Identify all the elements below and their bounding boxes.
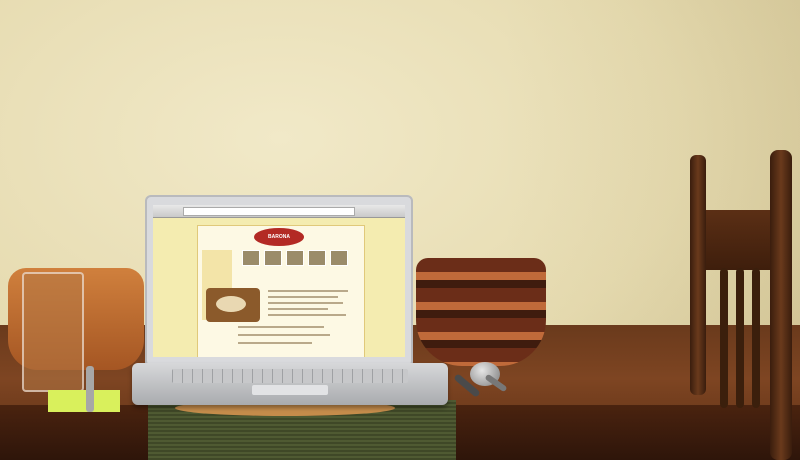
laptop-base [132, 363, 448, 405]
url-bar [183, 207, 355, 216]
chair-post-right [770, 150, 792, 460]
browser-toolbar [153, 205, 405, 218]
chair-spindle [752, 268, 760, 408]
wooden-bowl-right [416, 258, 546, 366]
text-line [238, 334, 330, 336]
browser-window: BARONA [153, 205, 405, 357]
web-page: BARONA [197, 225, 365, 357]
thumbnail-2 [264, 250, 282, 266]
site-logo: BARONA [254, 228, 304, 246]
photo-scene: BARONA [0, 0, 800, 460]
keyboard [172, 369, 408, 383]
text-line [268, 302, 343, 304]
food-image [206, 288, 260, 322]
text-line [268, 308, 328, 310]
trackpad [252, 385, 328, 395]
thumbnail-5 [330, 250, 348, 266]
glass [22, 272, 84, 392]
chair-post-left [690, 155, 706, 395]
text-line [268, 290, 348, 292]
thumbnail-1 [242, 250, 260, 266]
chair-spindle [720, 268, 728, 408]
text-line [238, 326, 324, 328]
chair-spindle [736, 268, 744, 408]
thumbnail-4 [308, 250, 326, 266]
text-line [268, 296, 338, 298]
text-line [238, 342, 312, 344]
fork [86, 366, 94, 412]
napkin [48, 390, 120, 412]
laptop-screen: BARONA [145, 195, 413, 367]
thumbnail-3 [286, 250, 304, 266]
text-line [268, 314, 346, 316]
